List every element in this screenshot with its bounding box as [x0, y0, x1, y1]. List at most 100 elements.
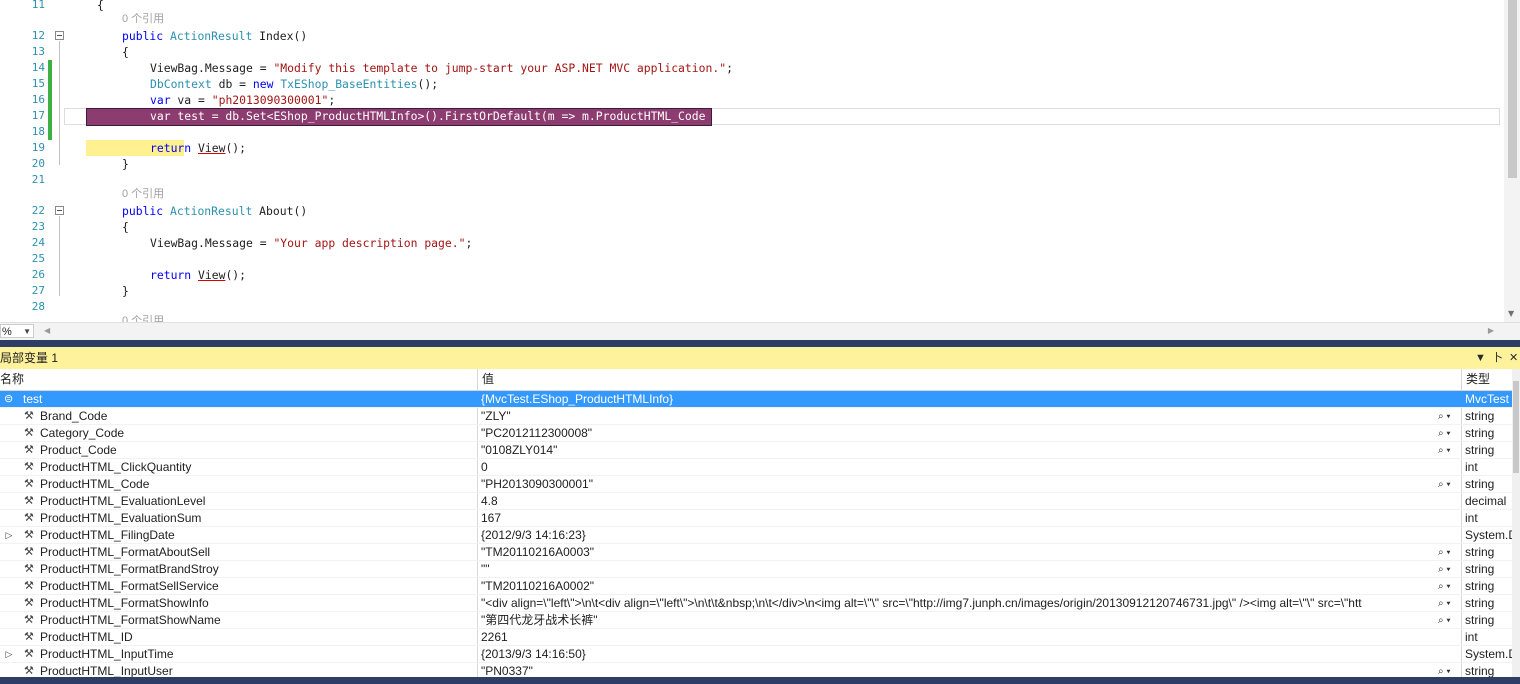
- locals-row[interactable]: ⚒ ProductHTML_ID 2261 int: [0, 629, 1520, 646]
- line-number: 14: [31, 61, 45, 74]
- code-line-26: return View();: [150, 268, 247, 282]
- locals-row[interactable]: ⚒ ProductHTML_Code "PH2013090300001" ⌕ ▾ str…: [0, 476, 1520, 493]
- code-editor[interactable]: 11 12 13 14 15 16 17 18 19 20 21 22 23 2…: [0, 0, 1520, 322]
- locals-row[interactable]: ⚒ Brand_Code "ZLY" ⌕ ▾ string: [0, 408, 1520, 425]
- locals-column-header: 名称 值 类型: [0, 369, 1520, 391]
- locals-vertical-scrollbar[interactable]: [1512, 369, 1520, 684]
- locals-row[interactable]: ⚒ ProductHTML_ClickQuantity 0 int: [0, 459, 1520, 476]
- editor-vertical-scrollbar[interactable]: ▼: [1504, 0, 1520, 322]
- variable-type: string: [1465, 477, 1495, 491]
- text-visualizer-search-icon[interactable]: ⌕ ▾: [1438, 612, 1451, 629]
- locals-row[interactable]: ⚒ ProductHTML_EvaluationLevel 4.8 decimal: [0, 493, 1520, 510]
- line-number: 15: [31, 77, 45, 90]
- locals-row[interactable]: ⚒ ProductHTML_FormatShowName "第四代龙牙战术长裤" ⌕ …: [0, 612, 1520, 629]
- variable-type: string: [1465, 562, 1495, 576]
- code-line-13: {: [122, 45, 129, 59]
- text-visualizer-search-icon[interactable]: ⌕ ▾: [1438, 442, 1451, 459]
- variable-value[interactable]: "第四代龙牙战术长裤": [481, 612, 1431, 629]
- variable-value[interactable]: 2261: [481, 629, 1431, 646]
- column-header-value[interactable]: 值: [482, 369, 494, 390]
- variable-value[interactable]: {2013/9/3 14:16:50}: [481, 646, 1431, 663]
- column-header-name[interactable]: 名称: [0, 369, 24, 390]
- expand-toggle-icon[interactable]: ▷: [4, 646, 14, 663]
- window-splitter[interactable]: [0, 340, 1520, 347]
- variable-value[interactable]: "0108ZLY014": [481, 442, 1431, 459]
- variable-value[interactable]: "TM20110216A0003": [481, 544, 1431, 561]
- zoom-dropdown[interactable]: % ▼: [0, 324, 34, 338]
- locals-row[interactable]: ⚒ Category_Code "PC2012112300008" ⌕ ▾ string: [0, 425, 1520, 442]
- wrench-icon: ⚒: [24, 461, 34, 473]
- text-visualizer-search-icon[interactable]: ⌕ ▾: [1438, 561, 1451, 578]
- wrench-icon: ⚒: [24, 427, 34, 439]
- locals-row[interactable]: ⚒ ProductHTML_FormatSellService "TM2011021…: [0, 578, 1520, 595]
- locals-row[interactable]: ▷ ⚒ ProductHTML_InputTime {2013/9/3 14:16:5…: [0, 646, 1520, 663]
- variable-type: string: [1465, 613, 1495, 627]
- wrench-icon: ⚒: [24, 597, 34, 609]
- locals-row[interactable]: ⚒ Product_Code "0108ZLY014" ⌕ ▾ string: [0, 442, 1520, 459]
- variable-value[interactable]: 167: [481, 510, 1431, 527]
- variable-type: string: [1465, 579, 1495, 593]
- locals-title: 局部变量 1: [0, 351, 59, 365]
- wrench-icon: ⚒: [24, 495, 34, 507]
- variable-name: ProductHTML_EvaluationLevel: [40, 494, 206, 508]
- variable-name: ProductHTML_FormatShowName: [40, 613, 221, 627]
- wrench-icon: ⚒: [24, 648, 34, 660]
- variable-value[interactable]: "ZLY": [481, 408, 1431, 425]
- expand-toggle-icon[interactable]: ▷: [4, 527, 14, 544]
- line-number: 11: [31, 0, 45, 11]
- code-line-12: public ActionResult Index(): [122, 29, 308, 43]
- collapse-toggle-about[interactable]: [55, 206, 64, 215]
- scrollbar-thumb[interactable]: [1508, 0, 1517, 178]
- scroll-down-icon[interactable]: ▼: [1508, 309, 1514, 318]
- variable-value[interactable]: "PH2013090300001": [481, 476, 1431, 493]
- text-visualizer-search-icon[interactable]: ⌕ ▾: [1438, 578, 1451, 595]
- variable-value[interactable]: {MvcTest.EShop_ProductHTMLInfo}: [481, 391, 1431, 408]
- variable-value[interactable]: "<div align=\"left\">\n\t<div align=\"le…: [481, 595, 1431, 612]
- wrench-icon: ⚒: [24, 410, 34, 422]
- wrench-icon: ⚒: [24, 529, 34, 541]
- codelens-references[interactable]: 0 个引用: [122, 12, 164, 26]
- line-number: 22: [31, 204, 45, 217]
- code-line-19: return View();: [150, 141, 247, 155]
- collapse-toggle-index[interactable]: [55, 31, 64, 40]
- variable-value[interactable]: "TM20110216A0002": [481, 578, 1431, 595]
- text-visualizer-search-icon[interactable]: ⌕ ▾: [1438, 595, 1451, 612]
- scrollbar-thumb[interactable]: [1513, 381, 1519, 473]
- wrench-icon: ⚒: [24, 580, 34, 592]
- column-header-type[interactable]: 类型: [1466, 369, 1490, 390]
- scroll-left-icon[interactable]: ◀: [44, 326, 50, 335]
- variable-name: ProductHTML_FormatSellService: [40, 579, 219, 593]
- text-visualizer-search-icon[interactable]: ⌕ ▾: [1438, 425, 1451, 442]
- scroll-right-icon[interactable]: ▶: [1488, 326, 1494, 335]
- locals-row[interactable]: ▷ ⚒ ProductHTML_FilingDate {2012/9/3 14:16:…: [0, 527, 1520, 544]
- locals-row[interactable]: ⚒ ProductHTML_FormatBrandStroy "" ⌕ ▾ string: [0, 561, 1520, 578]
- codelens-references[interactable]: 0 个引用: [122, 187, 164, 201]
- code-line-22: public ActionResult About(): [122, 204, 308, 218]
- text-visualizer-search-icon[interactable]: ⌕ ▾: [1438, 408, 1451, 425]
- window-menu-icon[interactable]: ▼: [1475, 347, 1486, 369]
- variable-type: string: [1465, 443, 1495, 457]
- locals-title-bar[interactable]: 局部变量 1 ▼ 卜 ✕: [0, 347, 1520, 369]
- locals-window: 局部变量 1 ▼ 卜 ✕ 名称 值 类型 ◢⊜test{MvcTest.ESho…: [0, 347, 1520, 684]
- variable-value[interactable]: "": [481, 561, 1431, 578]
- locals-row[interactable]: ◢⊜test{MvcTest.EShop_ProductHTMLInfo}Mvc…: [0, 391, 1520, 408]
- line-number: 21: [31, 173, 45, 186]
- variable-value[interactable]: 0: [481, 459, 1431, 476]
- locals-row[interactable]: ⚒ ProductHTML_FormatShowInfo "<div align=\…: [0, 595, 1520, 612]
- variable-value[interactable]: 4.8: [481, 493, 1431, 510]
- text-visualizer-search-icon[interactable]: ⌕ ▾: [1438, 476, 1451, 493]
- pin-icon[interactable]: 卜: [1492, 347, 1503, 369]
- wrench-icon: ⚒: [24, 512, 34, 524]
- variable-name: ProductHTML_ID: [40, 630, 133, 644]
- wrench-icon: ⚒: [24, 631, 34, 643]
- wrench-icon: ⚒: [24, 478, 34, 490]
- variable-value[interactable]: "PC2012112300008": [481, 425, 1431, 442]
- locals-row[interactable]: ⚒ ProductHTML_EvaluationSum 167 int: [0, 510, 1520, 527]
- close-icon[interactable]: ✕: [1509, 347, 1518, 369]
- text-visualizer-search-icon[interactable]: ⌕ ▾: [1438, 544, 1451, 561]
- code-line-23: {: [122, 220, 129, 234]
- wrench-icon: ⚒: [24, 546, 34, 558]
- codelens-references[interactable]: 0 个引用: [122, 314, 164, 322]
- locals-row[interactable]: ⚒ ProductHTML_FormatAboutSell "TM20110216A…: [0, 544, 1520, 561]
- variable-value[interactable]: {2012/9/3 14:16:23}: [481, 527, 1431, 544]
